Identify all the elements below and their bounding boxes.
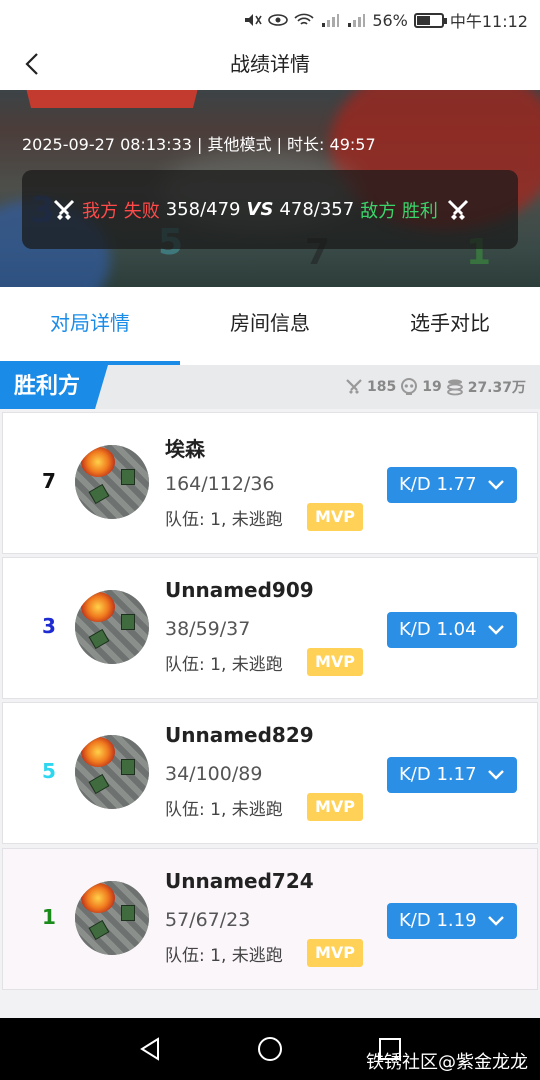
score-box: 我方 失败 358/479 VS 478/357 敌方 胜利 bbox=[22, 170, 518, 249]
kd-value: K/D 1.17 bbox=[399, 764, 477, 785]
kd-dropdown[interactable]: K/D 1.19 bbox=[387, 903, 517, 939]
wifi-icon bbox=[294, 13, 314, 25]
player-name: 埃森 bbox=[165, 437, 205, 461]
player-rank: 5 bbox=[42, 759, 56, 783]
kd-value: K/D 1.19 bbox=[399, 910, 477, 931]
player-kda: 38/59/37 bbox=[165, 618, 251, 640]
player-name: Unnamed724 bbox=[165, 869, 314, 893]
tab-room-info[interactable]: 房间信息 bbox=[180, 287, 360, 365]
kd-dropdown[interactable]: K/D 1.04 bbox=[387, 612, 517, 648]
player-card[interactable]: 5 Unnamed829 34/100/89 队伍: 1, 未逃跑 MVP K/… bbox=[2, 702, 538, 844]
crossed-swords-icon bbox=[53, 199, 75, 220]
mvp-badge: MVP bbox=[307, 939, 363, 967]
mvp-badge: MVP bbox=[307, 648, 363, 676]
chevron-down-icon bbox=[488, 770, 504, 780]
player-team: 队伍: 1, 未逃跑 bbox=[165, 510, 283, 530]
avatar bbox=[75, 881, 149, 955]
team-deaths: 19 bbox=[422, 379, 442, 395]
signal-icon-2 bbox=[348, 14, 366, 27]
chevron-down-icon bbox=[488, 480, 504, 490]
player-card[interactable]: 3 Unnamed909 38/59/37 队伍: 1, 未逃跑 MVP K/D… bbox=[2, 557, 538, 699]
tab-match-details[interactable]: 对局详情 bbox=[0, 287, 180, 365]
player-kda: 34/100/89 bbox=[165, 763, 263, 785]
page-title: 战绩详情 bbox=[230, 52, 310, 76]
clock: 中午11:12 bbox=[449, 12, 528, 31]
player-team: 队伍: 1, 未逃跑 bbox=[165, 800, 283, 820]
back-triangle-icon[interactable] bbox=[136, 1035, 164, 1063]
nav-bar: 战绩详情 bbox=[0, 38, 540, 90]
player-team: 队伍: 1, 未逃跑 bbox=[165, 655, 283, 675]
team-money: 27.37万 bbox=[467, 380, 526, 396]
kd-dropdown[interactable]: K/D 1.77 bbox=[387, 467, 517, 503]
avatar bbox=[75, 445, 149, 519]
mvp-badge: MVP bbox=[307, 793, 363, 821]
game-logo bbox=[22, 90, 202, 108]
enemy-result: 敌方 胜利 bbox=[360, 200, 438, 222]
watermark: 铁锈社区@紫金龙龙 bbox=[366, 1052, 528, 1073]
home-circle-icon[interactable] bbox=[256, 1035, 284, 1063]
chevron-down-icon bbox=[488, 916, 504, 926]
kd-value: K/D 1.77 bbox=[399, 474, 477, 495]
avatar bbox=[75, 590, 149, 664]
player-kda: 57/67/23 bbox=[165, 909, 251, 931]
player-team: 队伍: 1, 未逃跑 bbox=[165, 946, 283, 966]
crossed-swords-icon bbox=[346, 379, 362, 394]
player-rank: 1 bbox=[42, 905, 56, 929]
kd-value: K/D 1.04 bbox=[399, 619, 477, 640]
winner-stats: 185 19 27.37万 bbox=[345, 377, 526, 397]
kd-dropdown[interactable]: K/D 1.17 bbox=[387, 757, 517, 793]
winner-label: 胜利方 bbox=[0, 365, 108, 409]
battery-percent: 56% bbox=[372, 10, 408, 30]
player-card[interactable]: 1 Unnamed724 57/67/23 队伍: 1, 未逃跑 MVP K/D… bbox=[2, 848, 538, 990]
chevron-down-icon bbox=[488, 625, 504, 635]
match-meta: 2025-09-27 08:13:33 | 其他模式 | 时长: 49:57 bbox=[22, 135, 376, 154]
coins-icon bbox=[446, 379, 463, 396]
player-name: Unnamed829 bbox=[165, 723, 314, 747]
player-rank: 7 bbox=[42, 469, 56, 493]
signal-icon bbox=[322, 14, 340, 27]
system-nav-bar: 铁锈社区@紫金龙龙 bbox=[0, 1018, 540, 1080]
our-result: 我方 失败 bbox=[82, 200, 160, 222]
mute-icon bbox=[245, 14, 262, 26]
player-name: Unnamed909 bbox=[165, 578, 314, 602]
player-card[interactable]: 7 埃森 164/112/36 队伍: 1, 未逃跑 MVP K/D 1.77 bbox=[2, 412, 538, 554]
tab-bar: 对局详情 房间信息 选手对比 bbox=[0, 287, 540, 365]
winner-header: 胜利方 185 19 27.37万 bbox=[0, 365, 540, 409]
player-kda: 164/112/36 bbox=[165, 473, 275, 495]
vs-label: VS bbox=[246, 199, 274, 220]
player-rank: 3 bbox=[42, 614, 56, 638]
battery-icon bbox=[413, 12, 447, 28]
mvp-badge: MVP bbox=[307, 503, 363, 531]
our-score: 358/479 bbox=[165, 199, 241, 220]
skull-icon bbox=[401, 378, 418, 395]
tab-player-compare[interactable]: 选手对比 bbox=[360, 287, 540, 365]
match-banner: 3 5 7 1 2025-09-27 08:13:33 | 其他模式 | 时长:… bbox=[0, 90, 540, 287]
status-bar: 56% 中午11:12 bbox=[0, 0, 540, 38]
eye-icon bbox=[268, 14, 289, 26]
team-kills: 185 bbox=[366, 379, 397, 395]
enemy-score: 478/357 bbox=[279, 199, 355, 220]
crossed-swords-icon bbox=[447, 199, 468, 220]
avatar bbox=[75, 735, 149, 809]
